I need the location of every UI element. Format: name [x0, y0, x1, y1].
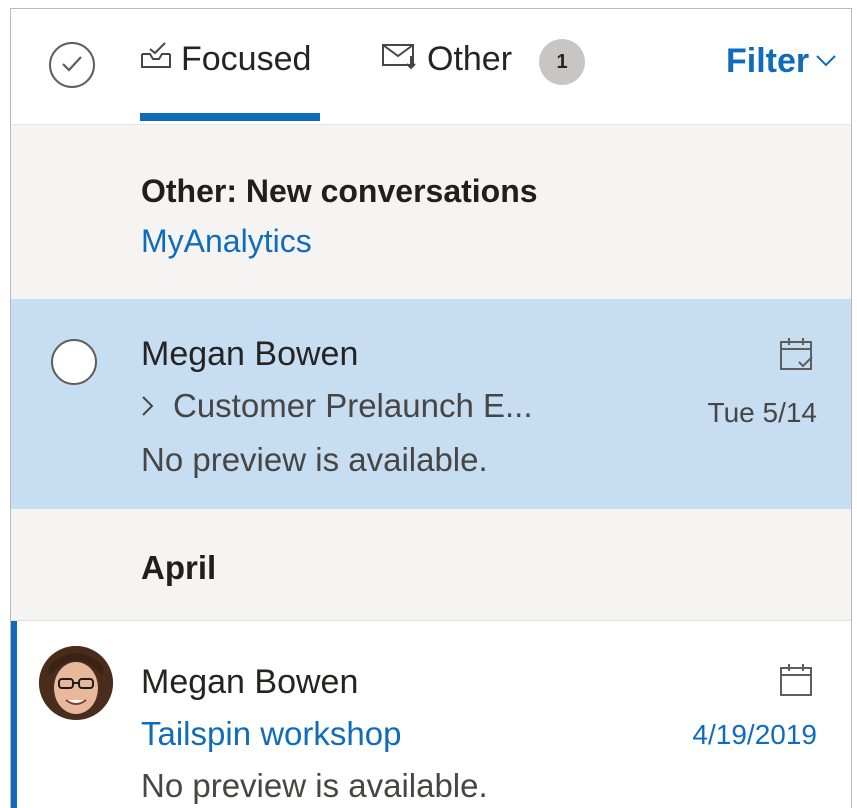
mail-arrow-icon: [381, 40, 419, 79]
message-subject: Tailspin workshop: [141, 715, 402, 752]
tab-other-label: Other: [427, 39, 513, 78]
mail-list-header: Focused Other 1 Filter: [11, 9, 851, 125]
chevron-down-icon: [816, 55, 836, 67]
calendar-icon: [779, 663, 815, 704]
filter-button[interactable]: Filter: [726, 41, 837, 81]
mail-list-pane: Focused Other 1 Filter Other: New conver…: [10, 8, 852, 808]
message-preview: No preview is available.: [141, 441, 488, 478]
group-header-label: April: [141, 549, 217, 586]
message-item-selected[interactable]: Megan Bowen Customer Prelaunch E... No p…: [11, 299, 851, 509]
chevron-right-icon[interactable]: [141, 387, 155, 425]
tab-focused[interactable]: Focused: [139, 39, 311, 79]
select-all-button[interactable]: [49, 42, 95, 88]
avatar: [39, 646, 113, 720]
checkmark-icon: [62, 56, 82, 72]
message-select-radio[interactable]: [51, 339, 97, 385]
new-conversations-notice[interactable]: Other: New conversations MyAnalytics: [11, 125, 851, 299]
group-header-month: April: [11, 509, 851, 621]
message-subject: Customer Prelaunch E...: [141, 387, 533, 425]
message-date: 4/19/2019: [692, 719, 817, 750]
message-sender: Megan Bowen: [141, 663, 359, 701]
notice-title: Other: New conversations: [141, 173, 538, 209]
notice-sender-link[interactable]: MyAnalytics: [141, 223, 312, 260]
tab-focused-label: Focused: [181, 39, 312, 78]
filter-label: Filter: [726, 41, 810, 80]
other-count-badge: 1: [539, 39, 585, 85]
message-date: Tue 5/14: [707, 397, 817, 428]
calendar-check-icon: [779, 337, 815, 378]
inbox-icon: [139, 40, 173, 79]
message-sender: Megan Bowen: [141, 335, 359, 373]
message-item[interactable]: Megan Bowen Tailspin workshop No preview…: [11, 621, 851, 808]
tab-other[interactable]: Other: [381, 39, 512, 79]
message-preview: No preview is available.: [141, 767, 488, 804]
tab-active-indicator: [140, 113, 320, 121]
message-subject-text: Customer Prelaunch E...: [173, 387, 533, 424]
